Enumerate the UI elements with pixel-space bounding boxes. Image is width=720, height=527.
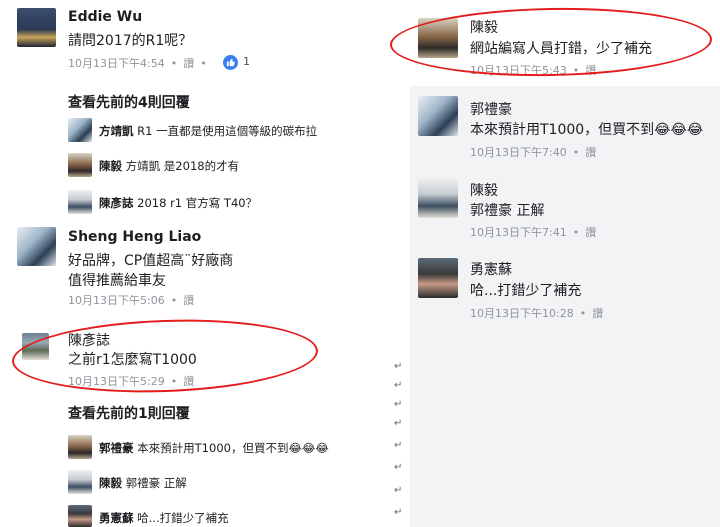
reply-row: 方靖凱 R1 一直都是使用這個等級的碳布拉: [99, 123, 317, 139]
reply-text: 郭禮豪 正解: [125, 476, 187, 490]
comment-author[interactable]: 陳毅: [470, 180, 498, 200]
return-mark-icon: ↵: [394, 399, 403, 410]
like-icon: [223, 55, 238, 70]
reply-row: 陳毅 方靖凱 是2018的才有: [99, 158, 239, 174]
reply-author[interactable]: 勇憲蘇: [99, 511, 134, 525]
avatar[interactable]: [68, 118, 92, 142]
return-mark-icon: ↵: [394, 380, 403, 391]
comment-author[interactable]: Sheng Heng Liao: [68, 229, 201, 245]
reply-author[interactable]: 陳毅: [99, 476, 122, 490]
avatar[interactable]: [68, 470, 92, 494]
comment-text: 郭禮豪 正解: [470, 200, 544, 220]
return-mark-icon: ↵: [394, 361, 403, 372]
avatar[interactable]: [418, 96, 458, 136]
reply-text: 哈...打錯少了補充: [137, 511, 229, 525]
like-link[interactable]: 讚: [585, 226, 596, 239]
like-link[interactable]: 讚: [183, 294, 194, 307]
comment-meta: 10月13日下午7:40 • 讚: [470, 146, 597, 159]
view-previous-replies[interactable]: 查看先前的4則回覆: [68, 92, 190, 112]
avatar[interactable]: [17, 8, 56, 47]
mention-link[interactable]: 郭禮豪: [470, 203, 512, 219]
comment-meta: 10月13日下午4:54 • 讚 •: [68, 57, 207, 70]
reply-row: 陳毅 郭禮豪 正解: [99, 475, 187, 491]
like-link[interactable]: 讚: [585, 146, 596, 159]
comment-author[interactable]: 郭禮豪: [470, 99, 512, 119]
comment-text: 值得推薦給車友: [68, 273, 166, 289]
comment-meta: 10月13日下午5:06 • 讚: [68, 294, 195, 307]
timestamp[interactable]: 10月13日下午4:54: [68, 57, 165, 70]
avatar[interactable]: [17, 227, 56, 266]
avatar[interactable]: [68, 153, 92, 177]
highlight-circle: [389, 5, 713, 79]
comment-author[interactable]: 勇憲蘇: [470, 259, 512, 279]
avatar[interactable]: [418, 258, 458, 298]
return-mark-icon: ↵: [394, 507, 403, 518]
like-link[interactable]: 讚: [592, 307, 603, 320]
comment-meta: 10月13日下午10:28 • 讚: [470, 307, 604, 320]
return-mark-icon: ↵: [394, 440, 403, 451]
avatar[interactable]: [68, 505, 92, 527]
avatar[interactable]: [418, 178, 458, 218]
reply-row: 陳彥誌 2018 r1 官方寫 T40？: [99, 195, 257, 211]
reply-text: 2018 r1 官方寫 T40？: [137, 196, 258, 210]
comment-meta: 10月13日下午7:41 • 讚: [470, 226, 597, 239]
comment-text: 本來預計用T1000，但買不到😂😂😂: [470, 122, 704, 138]
reply-text: R1 一直都是使用這個等級的碳布拉: [137, 124, 318, 138]
highlight-circle: [10, 314, 320, 398]
return-mark-icon: ↵: [394, 418, 403, 429]
reply-author[interactable]: 陳毅: [99, 159, 122, 173]
reply-text: 方靖凱 是2018的才有: [125, 159, 240, 173]
timestamp[interactable]: 10月13日下午5:06: [68, 294, 165, 307]
timestamp[interactable]: 10月13日下午7:41: [470, 226, 567, 239]
comment-text: 好品牌，CP值超高¨好廠商: [68, 253, 234, 269]
like-count[interactable]: 1: [243, 55, 250, 68]
view-previous-replies[interactable]: 查看先前的1則回覆: [68, 403, 190, 423]
reply-author[interactable]: 陳彥誌: [99, 196, 134, 210]
comment-text: 請問2017的R1呢？: [68, 33, 193, 49]
comment-body: 正解: [516, 203, 545, 219]
reply-row: 勇憲蘇 哈...打錯少了補充: [99, 510, 229, 526]
avatar[interactable]: [68, 190, 92, 214]
like-link[interactable]: 讚: [183, 57, 194, 70]
reply-row: 郭禮豪 本來預計用T1000，但買不到😂😂😂: [99, 440, 329, 456]
reply-author[interactable]: 方靖凱: [99, 124, 134, 138]
timestamp[interactable]: 10月13日下午7:40: [470, 146, 567, 159]
reply-author[interactable]: 郭禮豪: [99, 441, 134, 455]
return-mark-icon: ↵: [394, 462, 403, 473]
comment-text: 哈...打錯少了補充: [470, 283, 582, 299]
return-mark-icon: ↵: [394, 485, 403, 496]
timestamp[interactable]: 10月13日下午10:28: [470, 307, 574, 320]
comment-author[interactable]: Eddie Wu: [68, 9, 142, 25]
reply-text: 本來預計用T1000，但買不到😂😂😂: [137, 441, 329, 455]
avatar[interactable]: [68, 435, 92, 459]
